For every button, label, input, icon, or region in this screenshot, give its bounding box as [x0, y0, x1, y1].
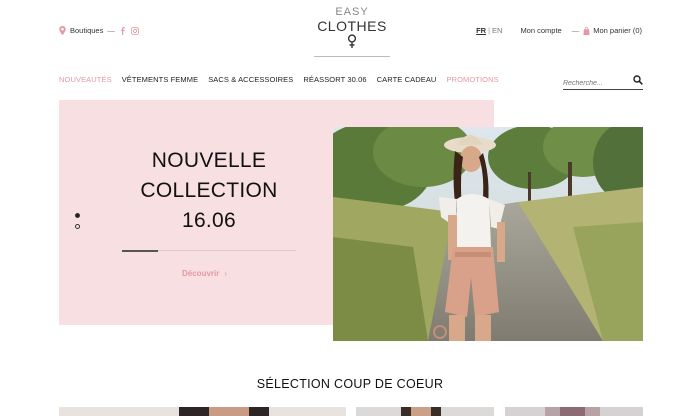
hero-photo	[333, 127, 643, 341]
hero-title-line: 16.06	[181, 209, 237, 232]
lang-separator: |	[488, 26, 491, 35]
separator: —	[571, 26, 580, 35]
shopping-bag-icon[interactable]	[583, 26, 590, 35]
facebook-icon[interactable]	[119, 26, 127, 35]
search-input[interactable]	[563, 75, 629, 92]
logo-easy-text: EASY	[335, 6, 369, 18]
product-image	[59, 407, 346, 416]
separator: —	[107, 26, 115, 35]
product-thumbnail[interactable]	[505, 405, 643, 416]
product-thumbnail[interactable]	[356, 405, 494, 416]
logo-underline	[314, 56, 390, 57]
nav-item-reassort[interactable]: RÉASSORT 30.06	[303, 75, 366, 84]
slider-dots	[75, 213, 80, 235]
hero-photo-image	[333, 127, 643, 341]
logo-clothes-text: CLOTHES	[317, 18, 387, 34]
top-bar: Boutiques — EASY CLOTHES FR | EN Mon com…	[0, 0, 700, 62]
slider-dot-2[interactable]	[75, 224, 80, 229]
nav-item-nouveautes[interactable]: NOUVEAUTÉS	[59, 75, 112, 84]
search-icon[interactable]	[633, 75, 643, 85]
discover-link[interactable]: Découvrir ›	[182, 269, 227, 278]
hero-title-line: COLLECTION	[140, 179, 278, 202]
search-box	[563, 72, 643, 92]
instagram-icon[interactable]	[130, 26, 139, 35]
boutiques-link[interactable]: Boutiques	[70, 26, 103, 35]
chevron-right-icon: ›	[224, 269, 228, 278]
nav-item-sacs-accessoires[interactable]: SACS & ACCESSOIRES	[208, 75, 293, 84]
hero-title-line: NOUVELLE	[151, 149, 267, 172]
location-pin-icon	[59, 26, 66, 35]
hero-title: NOUVELLE COLLECTION 16.06	[119, 146, 299, 236]
main-nav: NOUVEAUTÉS VÊTEMENTS FEMME SACS & ACCESS…	[59, 75, 509, 84]
nav-item-vetements-femme[interactable]: VÊTEMENTS FEMME	[122, 75, 199, 84]
lang-en-link[interactable]: EN	[492, 26, 502, 35]
product-thumbnail[interactable]	[59, 405, 346, 416]
site-logo[interactable]: EASY CLOTHES	[310, 6, 394, 57]
account-area: FR | EN Mon compte — Mon panier (0)	[476, 26, 642, 35]
cart-link[interactable]: Mon panier (0)	[593, 26, 642, 35]
slider-dot-1[interactable]	[75, 213, 80, 218]
stores-social: Boutiques —	[59, 26, 143, 35]
lang-fr-link[interactable]: FR	[476, 26, 486, 35]
nav-item-promotions[interactable]: PROMOTIONS	[446, 75, 498, 84]
nav-item-carte-cadeau[interactable]: CARTE CADEAU	[377, 75, 437, 84]
section-title: SÉLECTION COUP DE COEUR	[256, 377, 444, 391]
hero-divider-accent	[122, 249, 158, 252]
venus-logo-icon	[347, 34, 357, 48]
account-link[interactable]: Mon compte	[520, 26, 561, 35]
product-image	[505, 407, 643, 416]
discover-label: Découvrir	[182, 269, 220, 278]
product-image	[356, 407, 494, 416]
